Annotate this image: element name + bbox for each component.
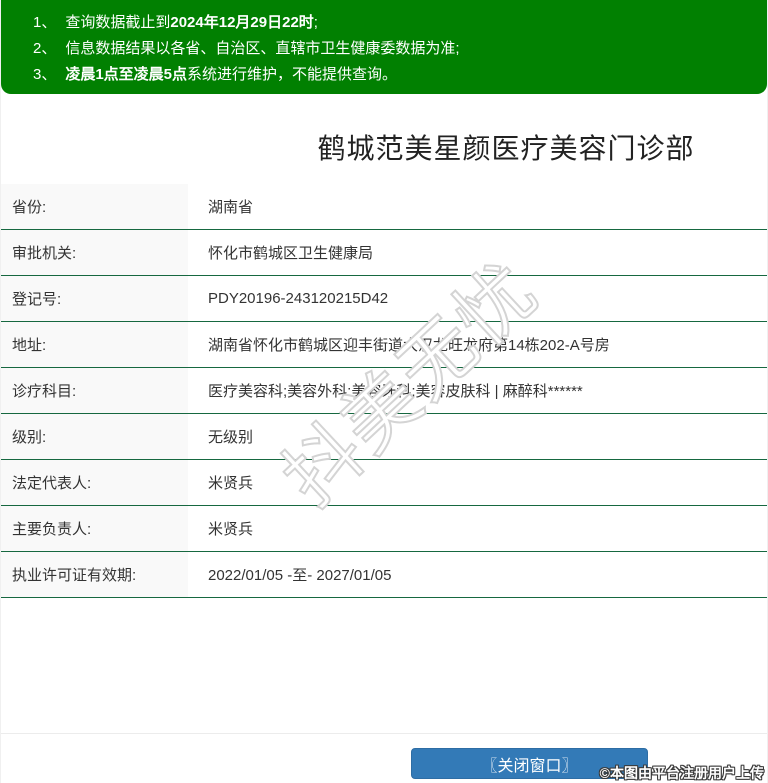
table-row: 诊疗科目: 医疗美容科;美容外科;美容牙科;美容皮肤科 | 麻醉科****** (1, 368, 767, 414)
row-value: 医疗美容科;美容外科;美容牙科;美容皮肤科 | 麻醉科****** (188, 368, 767, 413)
clinic-name: 鹤城范美星颜医疗美容门诊部 (317, 133, 695, 164)
row-value: 无级别 (188, 414, 767, 459)
table-row: 审批机关: 怀化市鹤城区卫生健康局 (1, 230, 767, 276)
row-label: 登记号: (1, 276, 188, 321)
row-value: PDY20196-243120215D42 (188, 276, 767, 321)
row-label: 级别: (1, 414, 188, 459)
upload-credit-watermark: ©本图由平台注册用户上传 (599, 765, 764, 781)
notice-header: 1、 查询数据截止到2024年12月29日22时; 2、 信息数据结果以各省、自治区、… (1, 0, 767, 94)
row-value: 湖南省怀化市鹤城区迎丰街道大汉龙旺龙府第14栋202-A号房 (188, 322, 767, 367)
notice-number: 1、 (33, 14, 57, 31)
notice-line: 2、 信息数据结果以各省、自治区、直辖市卫生健康委数据为准; (33, 36, 757, 62)
row-label: 执业许可证有效期: (1, 552, 188, 597)
notice-number: 2、 (33, 40, 57, 57)
row-label: 审批机关: (1, 230, 188, 275)
notice-text: 凌晨1点至凌晨5点 (65, 66, 188, 83)
table-row: 主要负责人: 米贤兵 (1, 506, 767, 552)
row-label: 地址: (1, 322, 188, 367)
notice-text: 系统进行维护，不能提供查询。 (187, 66, 398, 83)
notice-text: 信息数据结果以各省、自治区、直辖市卫生健康委数据为准; (65, 40, 460, 57)
row-value: 湖南省 (188, 184, 767, 229)
table-row: 法定代表人: 米贤兵 (1, 460, 767, 506)
table-row: 执业许可证有效期: 2022/01/05 -至- 2027/01/05 (1, 552, 767, 598)
row-value: 2022/01/05 -至- 2027/01/05 (188, 552, 767, 597)
table-row: 级别: 无级别 (1, 414, 767, 460)
notice-text: 查询数据截止到 (65, 14, 171, 31)
row-label: 省份: (1, 184, 188, 229)
notice-list: 1、 查询数据截止到2024年12月29日22时; 2、 信息数据结果以各省、自治区、… (33, 10, 757, 88)
row-label: 诊疗科目: (1, 368, 188, 413)
info-table: 省份: 湖南省 审批机关: 怀化市鹤城区卫生健康局 登记号: PDY20196-24312… (1, 184, 767, 598)
row-label: 法定代表人: (1, 460, 188, 505)
table-row: 省份: 湖南省 (1, 184, 767, 230)
query-result-page: 1、 查询数据截止到2024年12月29日22时; 2、 信息数据结果以各省、自治区、… (0, 0, 768, 783)
row-value: 米贤兵 (188, 506, 767, 551)
row-value: 米贤兵 (188, 460, 767, 505)
footer-divider (1, 733, 767, 734)
notice-text: 2024年12月29日22时 (170, 14, 314, 31)
notice-line: 3、 凌晨1点至凌晨5点系统进行维护，不能提供查询。 (33, 62, 757, 88)
table-row: 登记号: PDY20196-243120215D42 (1, 276, 767, 322)
notice-number: 3、 (33, 66, 57, 83)
row-label: 主要负责人: (1, 506, 188, 551)
table-row: 地址: 湖南省怀化市鹤城区迎丰街道大汉龙旺龙府第14栋202-A号房 (1, 322, 767, 368)
row-value: 怀化市鹤城区卫生健康局 (188, 230, 767, 275)
notice-text: ; (313, 14, 318, 31)
notice-line: 1、 查询数据截止到2024年12月29日22时; (33, 10, 757, 36)
page-title: 鹤城范美星颜医疗美容门诊部 (1, 127, 767, 167)
